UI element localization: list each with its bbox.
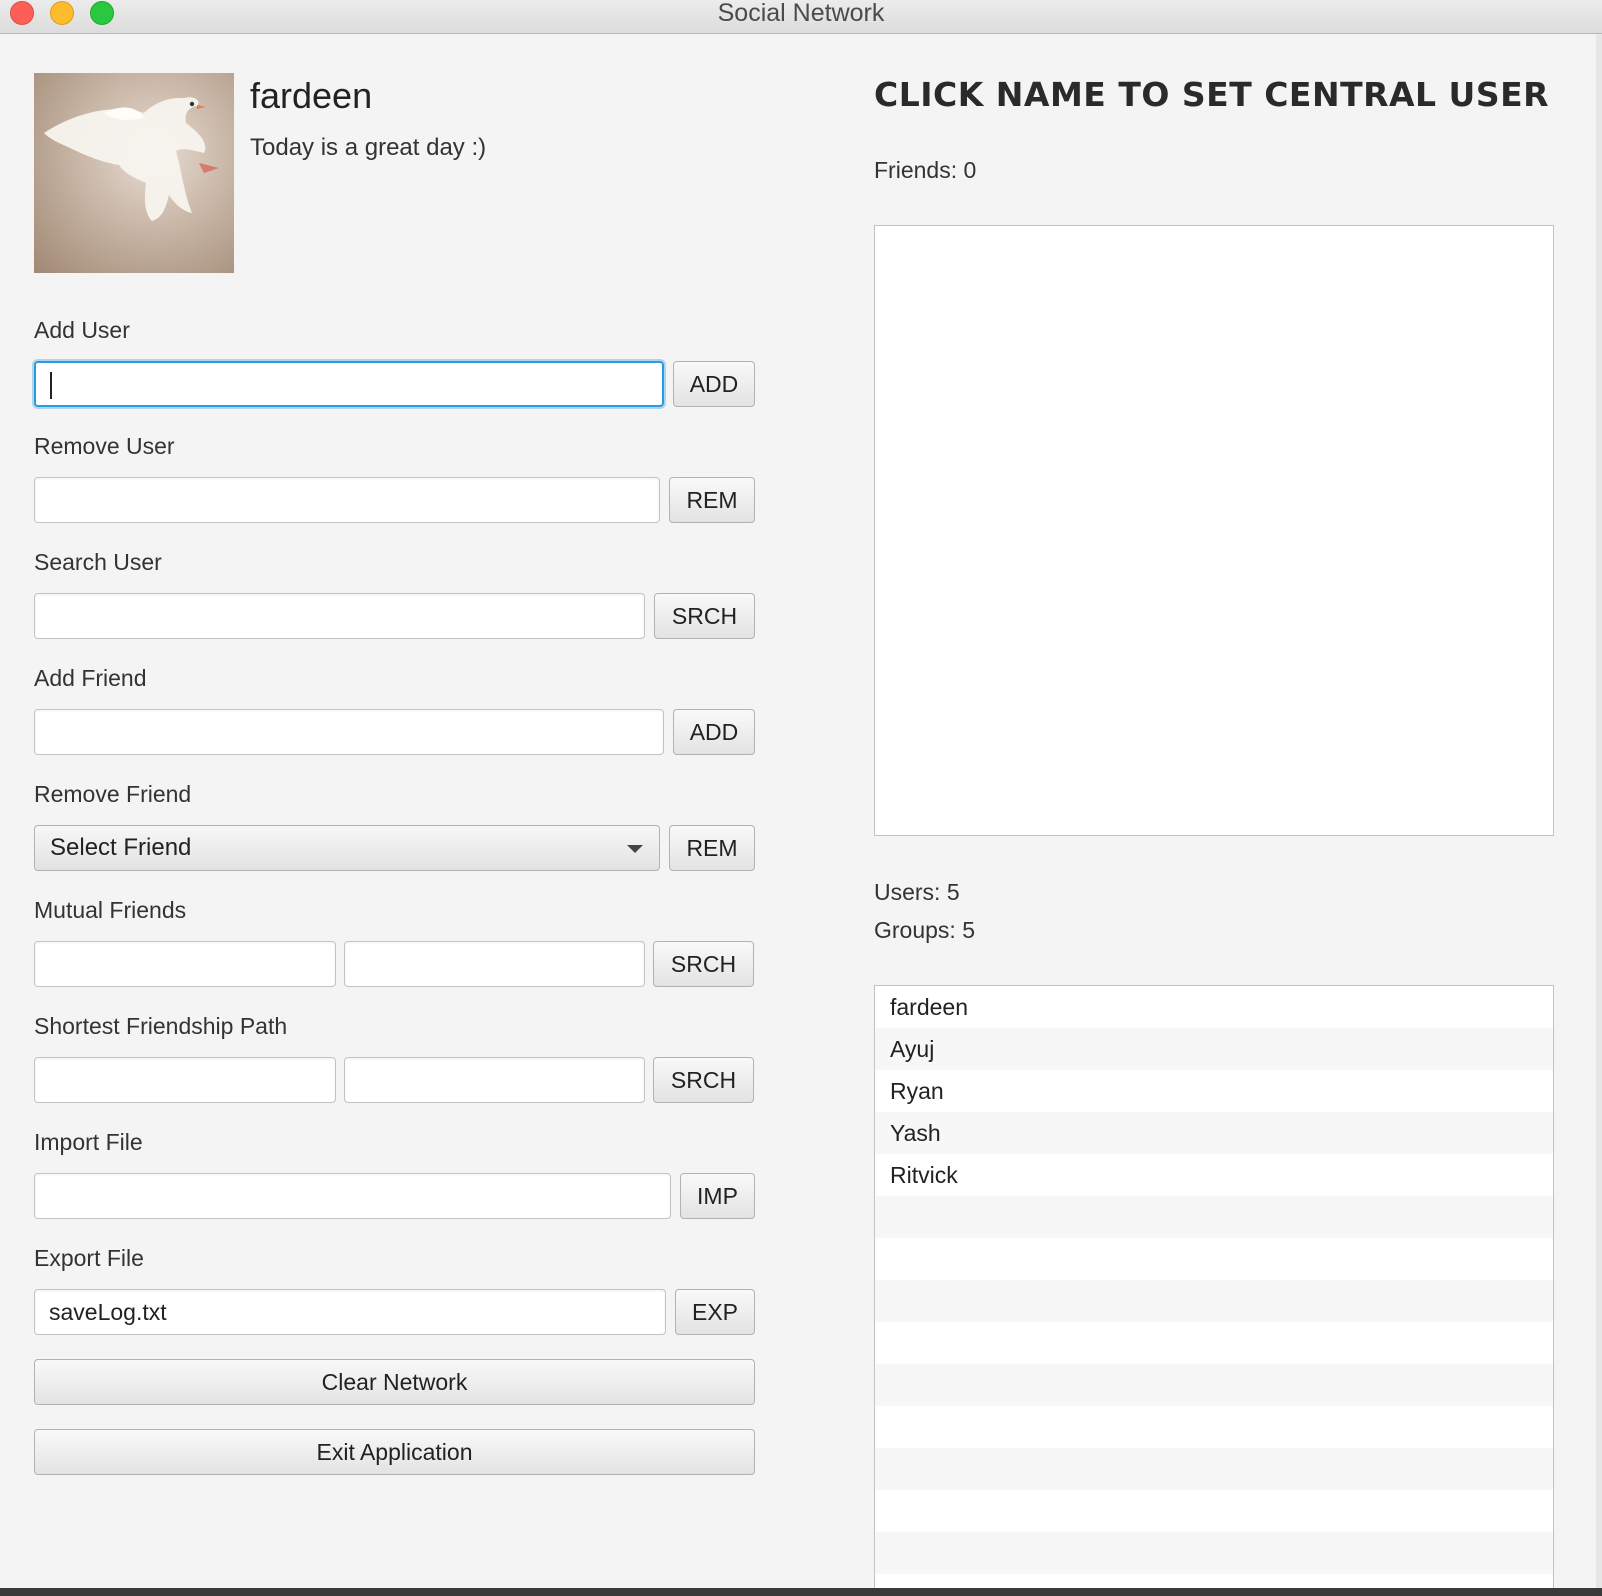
list-item[interactable]: Yash xyxy=(875,1112,1553,1154)
shortest-path-to-input[interactable] xyxy=(344,1057,645,1103)
chevron-down-icon xyxy=(627,845,643,853)
clear-network-button[interactable]: Clear Network xyxy=(34,1359,755,1405)
add-user-button[interactable]: ADD xyxy=(673,361,755,407)
export-file-input-value: saveLog.txt xyxy=(49,1299,167,1325)
remove-user-label: Remove User xyxy=(34,433,175,459)
add-user-input[interactable] xyxy=(34,361,664,407)
add-friend-button[interactable]: ADD xyxy=(673,709,755,755)
remove-friend-label: Remove Friend xyxy=(34,781,192,807)
empty-list-row xyxy=(875,1406,1553,1448)
mutual-friends-search-button[interactable]: SRCH xyxy=(653,941,754,987)
empty-list-row xyxy=(875,1448,1553,1490)
export-file-button[interactable]: EXP xyxy=(675,1289,755,1335)
empty-list-row xyxy=(875,1280,1553,1322)
profile-status: Today is a great day :) xyxy=(250,134,487,161)
add-user-label: Add User xyxy=(34,317,130,343)
remove-friend-button[interactable]: REM xyxy=(669,825,755,871)
remove-friend-select-value: Select Friend xyxy=(50,834,192,861)
empty-list-row xyxy=(875,1490,1553,1532)
list-item[interactable]: fardeen xyxy=(875,986,1553,1028)
profile-name: fardeen xyxy=(250,75,373,116)
dove-icon xyxy=(44,97,219,221)
export-file-label: Export File xyxy=(34,1245,144,1271)
empty-list-row xyxy=(875,1364,1553,1406)
mutual-friends-label: Mutual Friends xyxy=(34,897,187,923)
mutual-friend-2-input[interactable] xyxy=(344,941,645,987)
groups-count: Groups: 5 xyxy=(874,917,975,943)
import-file-button[interactable]: IMP xyxy=(680,1173,755,1219)
empty-list-row xyxy=(875,1532,1553,1574)
users-count: Users: 5 xyxy=(874,879,960,905)
remove-friend-select[interactable]: Select Friend xyxy=(34,825,660,871)
list-item[interactable]: Ayuj xyxy=(875,1028,1553,1070)
window-titlebar: Social Network xyxy=(0,0,1602,34)
add-friend-input[interactable] xyxy=(34,709,664,755)
friends-count: Friends: 0 xyxy=(874,157,977,183)
window-right-edge xyxy=(1596,34,1602,1596)
remove-user-button[interactable]: REM xyxy=(669,477,755,523)
add-friend-label: Add Friend xyxy=(34,665,147,691)
search-user-button[interactable]: SRCH xyxy=(654,593,755,639)
shortest-path-search-button[interactable]: SRCH xyxy=(653,1057,754,1103)
import-file-input[interactable] xyxy=(34,1173,671,1219)
friend-graph-canvas[interactable] xyxy=(874,225,1554,836)
empty-list-row xyxy=(875,1238,1553,1280)
central-user-heading: CLICK NAME TO SET CENTRAL USER xyxy=(874,75,1550,114)
export-file-input[interactable]: saveLog.txt xyxy=(34,1289,666,1335)
user-list[interactable]: fardeen Ayuj Ryan Yash Ritvick xyxy=(874,985,1554,1596)
profile-avatar xyxy=(34,73,234,273)
list-item[interactable]: Ryan xyxy=(875,1070,1553,1112)
window-bottom-edge xyxy=(0,1588,1602,1596)
shortest-path-label: Shortest Friendship Path xyxy=(34,1013,288,1039)
shortest-path-from-input[interactable] xyxy=(34,1057,336,1103)
search-user-input[interactable] xyxy=(34,593,645,639)
mutual-friend-1-input[interactable] xyxy=(34,941,336,987)
list-item[interactable]: Ritvick xyxy=(875,1154,1553,1196)
window-title: Social Network xyxy=(717,0,885,27)
search-user-label: Search User xyxy=(34,549,162,575)
empty-list-row xyxy=(875,1196,1553,1238)
import-file-label: Import File xyxy=(34,1129,143,1155)
text-caret xyxy=(50,372,52,399)
remove-user-input[interactable] xyxy=(34,477,660,523)
empty-list-row xyxy=(875,1322,1553,1364)
exit-application-button[interactable]: Exit Application xyxy=(34,1429,755,1475)
